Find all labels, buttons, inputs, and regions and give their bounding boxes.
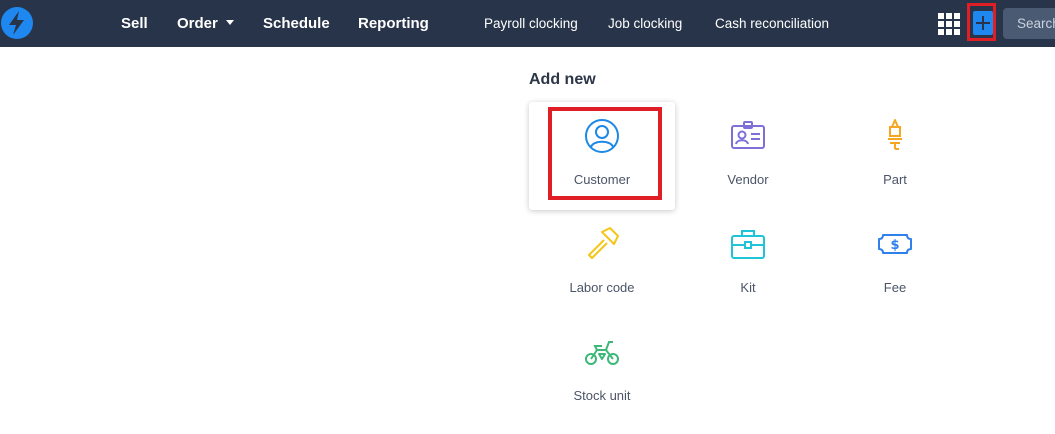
- fee-label: Fee: [883, 280, 907, 295]
- apps-grid-icon[interactable]: [938, 13, 960, 35]
- nav-payroll-clocking[interactable]: Payroll clocking: [484, 0, 578, 47]
- add-stock-unit-tile[interactable]: Stock unit: [529, 318, 675, 426]
- add-kit-tile[interactable]: Kit: [675, 210, 821, 318]
- top-navigation-bar: Sell Order Schedule Reporting Payroll cl…: [0, 0, 1055, 47]
- toolbox-icon: [731, 230, 765, 259]
- part-label: Part: [883, 172, 907, 187]
- kit-label: Kit: [740, 280, 756, 295]
- add-fee-tile[interactable]: $ Fee: [822, 210, 968, 318]
- nav-sell[interactable]: Sell: [121, 0, 148, 47]
- add-vendor-tile[interactable]: Vendor: [675, 102, 821, 210]
- nav-order-label: Order: [177, 15, 218, 32]
- dollar-bill-icon: $: [878, 234, 912, 254]
- nav-cash-reconciliation[interactable]: Cash reconciliation: [715, 0, 829, 47]
- hammer-icon: [588, 227, 619, 259]
- nav-job-clocking[interactable]: Job clocking: [608, 0, 682, 47]
- nav-order[interactable]: Order: [177, 0, 234, 47]
- chevron-down-icon: [225, 19, 234, 25]
- part-spark-plug-icon: [888, 119, 902, 150]
- lightning-logo-icon[interactable]: [0, 6, 34, 40]
- nav-schedule[interactable]: Schedule: [263, 0, 330, 47]
- labor-code-label: Labor code: [569, 280, 635, 295]
- add-new-title: Add new: [529, 71, 596, 88]
- add-part-tile[interactable]: Part: [822, 102, 968, 210]
- search-input[interactable]: Search: [1003, 8, 1055, 39]
- add-labor-code-tile[interactable]: Labor code: [529, 210, 675, 318]
- vendor-card-icon: [731, 121, 765, 149]
- customer-highlight: [548, 107, 662, 200]
- vendor-label: Vendor: [727, 172, 769, 187]
- nav-reporting[interactable]: Reporting: [358, 0, 429, 47]
- stock-unit-label: Stock unit: [573, 388, 631, 403]
- add-button-highlight: [967, 3, 996, 41]
- motorcycle-icon: [585, 341, 619, 365]
- svg-text:$: $: [890, 238, 899, 253]
